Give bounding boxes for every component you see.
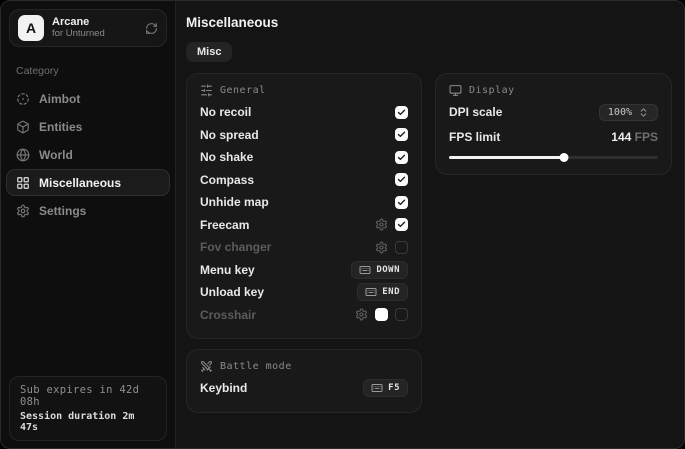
panel-title: Battle mode xyxy=(220,361,292,372)
sub-expires-text: Sub expires in 42d 08h xyxy=(20,384,156,408)
settings-icon[interactable] xyxy=(375,218,388,231)
refresh-icon[interactable] xyxy=(145,22,158,35)
sidebar-item-label: World xyxy=(39,148,73,162)
sidebar-item-settings[interactable]: Settings xyxy=(6,197,170,224)
sidebar: A Arcane for Unturned Category Aimbot xyxy=(1,1,176,448)
gear-icon xyxy=(16,204,30,218)
panel-general: General No recoil No spread No shake xyxy=(186,73,422,339)
keybind-menu-key[interactable]: DOWN xyxy=(351,261,408,279)
keyboard-icon xyxy=(365,286,377,298)
checkbox-unhide-map[interactable] xyxy=(395,196,408,209)
chevrons-up-down-icon xyxy=(638,107,649,118)
page-title: Miscellaneous xyxy=(186,15,672,30)
panel-battle-mode: Battle mode Keybind F5 xyxy=(186,349,422,413)
sidebar-item-label: Settings xyxy=(39,204,86,218)
grid-icon xyxy=(16,176,30,190)
avatar: A xyxy=(18,15,44,41)
fps-limit-value: 144 FPS xyxy=(611,130,658,144)
keybind-battle-mode[interactable]: F5 xyxy=(363,379,408,397)
box-icon xyxy=(16,120,30,134)
setting-row: Compass xyxy=(200,169,408,192)
checkbox-compass[interactable] xyxy=(395,173,408,186)
crosshair-icon xyxy=(16,92,30,106)
tab-bar: Misc xyxy=(186,42,672,62)
tab-misc[interactable]: Misc xyxy=(186,42,232,62)
panel-display: Display DPI scale 100% FPS limit xyxy=(435,73,672,175)
sliders-icon xyxy=(200,84,213,97)
checkbox-no-shake[interactable] xyxy=(395,151,408,164)
setting-row: Menu key DOWN xyxy=(200,259,408,282)
fps-limit-slider[interactable] xyxy=(449,152,658,162)
session-duration-text: Session duration 2m 47s xyxy=(20,411,156,433)
app-window: A Arcane for Unturned Category Aimbot xyxy=(0,0,685,449)
swords-icon xyxy=(200,360,213,373)
app-title: Arcane xyxy=(52,16,137,29)
globe-icon xyxy=(16,148,30,162)
sidebar-item-label: Entities xyxy=(39,120,82,134)
keybind-unload-key[interactable]: END xyxy=(357,283,408,301)
setting-row: Freecam xyxy=(200,214,408,237)
checkbox-fov-changer[interactable] xyxy=(395,241,408,254)
subscription-info: Sub expires in 42d 08h Session duration … xyxy=(9,376,167,441)
slider-thumb[interactable] xyxy=(559,153,568,162)
setting-row: No shake xyxy=(200,146,408,169)
setting-row: Keybind F5 xyxy=(200,377,408,400)
category-nav: Aimbot Entities World Miscellaneous xyxy=(1,85,175,224)
app-subtitle: for Unturned xyxy=(52,29,137,40)
keyboard-icon xyxy=(359,264,371,276)
checkbox-no-spread[interactable] xyxy=(395,128,408,141)
checkbox-freecam[interactable] xyxy=(395,218,408,231)
checkbox-crosshair[interactable] xyxy=(395,308,408,321)
panel-title: General xyxy=(220,85,266,96)
sidebar-item-entities[interactable]: Entities xyxy=(6,113,170,140)
setting-row: Unhide map xyxy=(200,191,408,214)
main-content: Miscellaneous Misc General No recoil xyxy=(176,1,685,448)
settings-icon[interactable] xyxy=(355,308,368,321)
setting-row: DPI scale 100% xyxy=(449,101,658,124)
setting-row: Fov changer xyxy=(200,236,408,259)
monitor-icon xyxy=(449,84,462,97)
dpi-scale-select[interactable]: 100% xyxy=(599,104,658,121)
checkbox-no-recoil[interactable] xyxy=(395,106,408,119)
sidebar-item-world[interactable]: World xyxy=(6,141,170,168)
setting-row: Crosshair xyxy=(200,304,408,327)
keyboard-icon xyxy=(371,382,383,394)
color-swatch[interactable] xyxy=(375,308,388,321)
sidebar-item-label: Aimbot xyxy=(39,92,80,106)
setting-row: FPS limit 144 FPS xyxy=(449,126,658,149)
setting-row: No recoil xyxy=(200,101,408,124)
setting-row: No spread xyxy=(200,124,408,147)
panel-title: Display xyxy=(469,85,515,96)
category-label: Category xyxy=(16,65,175,77)
sidebar-item-miscellaneous[interactable]: Miscellaneous xyxy=(6,169,170,196)
brand-card: A Arcane for Unturned xyxy=(9,9,167,47)
settings-icon[interactable] xyxy=(375,241,388,254)
setting-row: Unload key END xyxy=(200,281,408,304)
sidebar-item-label: Miscellaneous xyxy=(39,176,121,190)
sidebar-item-aimbot[interactable]: Aimbot xyxy=(6,85,170,112)
